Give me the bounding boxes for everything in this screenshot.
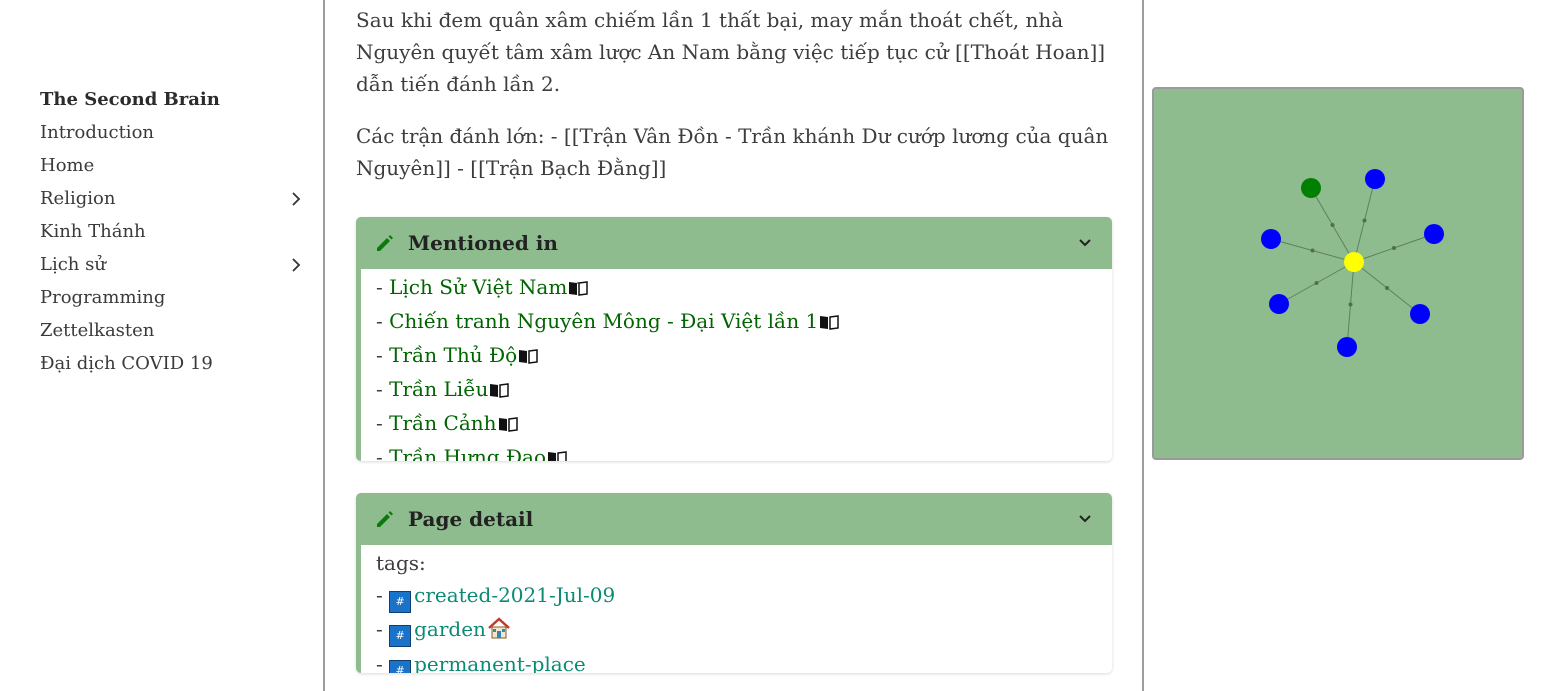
graph-edge-arrow xyxy=(1330,223,1335,227)
callout-body: - Lịch Sử Việt Nam - Chiến tranh Nguyên … xyxy=(356,269,1112,461)
bullet: - xyxy=(376,309,390,333)
bullet: - xyxy=(376,617,390,641)
sidebar-item-label: Zettelkasten xyxy=(40,320,155,341)
mentioned-link[interactable]: Trần Liễu xyxy=(389,377,488,401)
bullet: - xyxy=(376,445,390,461)
graph-edge-arrow xyxy=(1362,218,1367,223)
pencil-icon xyxy=(374,232,396,254)
sidebar-item-label: Religion xyxy=(40,188,116,209)
open-book-icon xyxy=(518,341,538,373)
article-body: Sau khi đem quân xâm chiếm lần 1 thất bạ… xyxy=(356,4,1112,184)
tag-link[interactable]: created-2021-Jul-09 xyxy=(414,583,615,607)
bullet: - xyxy=(376,411,390,435)
graph-node[interactable] xyxy=(1261,229,1281,249)
bullet: - xyxy=(376,583,390,607)
sidebar-item-label: Programming xyxy=(40,287,166,308)
graph-edge-arrow xyxy=(1385,286,1389,290)
callout-header[interactable]: Mentioned in xyxy=(356,217,1112,269)
list-item: - Trần Cảnh xyxy=(376,407,1112,441)
sidebar-item-religion[interactable]: Religion xyxy=(40,182,304,215)
graph-node[interactable] xyxy=(1337,337,1357,357)
open-book-icon xyxy=(819,307,840,339)
chevron-right-icon[interactable] xyxy=(288,191,304,207)
list-item: - Lịch Sử Việt Nam xyxy=(376,271,1112,305)
callout-header[interactable]: Page detail xyxy=(356,493,1112,545)
mentioned-link[interactable]: Chiến tranh Nguyên Mông - Đại Việt lần 1 xyxy=(389,309,818,333)
graph-view[interactable] xyxy=(1152,87,1524,460)
sidebar-item-kinh-thanh[interactable]: Kinh Thánh xyxy=(40,215,304,248)
hash-icon: # xyxy=(389,625,412,647)
sidebar-nav: The Second Brain Introduction Home Relig… xyxy=(40,83,304,380)
hash-icon: # xyxy=(389,660,412,673)
callout-title: Mentioned in xyxy=(408,231,558,255)
sidebar-item-label: Introduction xyxy=(40,122,154,143)
bullet: - xyxy=(376,652,390,673)
mentioned-link[interactable]: Lịch Sử Việt Nam xyxy=(389,275,567,299)
bullet: - xyxy=(376,343,390,367)
sidebar-item-the-second-brain[interactable]: The Second Brain xyxy=(40,83,304,116)
house-icon xyxy=(487,616,511,648)
hash-icon: # xyxy=(389,591,412,613)
page-detail-callout: Page detail tags: - # created-2021-Jul-09… xyxy=(356,493,1112,673)
bullet: - xyxy=(376,275,390,299)
callout-body: tags: - # created-2021-Jul-09 - # garden -… xyxy=(356,545,1112,673)
tags-label: tags: xyxy=(376,551,426,575)
sidebar-item-covid-19[interactable]: Đại dịch COVID 19 xyxy=(40,347,304,380)
graph-edge-arrow xyxy=(1310,248,1315,253)
open-book-icon xyxy=(489,375,510,407)
list-item: - Trần Thủ Độ xyxy=(376,339,1112,373)
sidebar-item-zettelkasten[interactable]: Zettelkasten xyxy=(40,314,304,347)
pencil-icon xyxy=(374,508,396,530)
sidebar-item-programming[interactable]: Programming xyxy=(40,281,304,314)
open-book-icon xyxy=(568,273,589,305)
graph-node[interactable] xyxy=(1365,169,1385,189)
sidebar-item-label: The Second Brain xyxy=(40,89,220,110)
mentioned-link[interactable]: Trần Cảnh xyxy=(389,411,496,435)
list-item: - Chiến tranh Nguyên Mông - Đại Việt lần… xyxy=(376,305,1112,339)
sidebar-item-introduction[interactable]: Introduction xyxy=(40,116,304,149)
graph-node[interactable] xyxy=(1410,304,1430,324)
graph-node[interactable] xyxy=(1301,178,1321,198)
tag-item: - # garden xyxy=(376,613,1112,648)
list-item: - Trần Liễu xyxy=(376,373,1112,407)
mentioned-in-callout: Mentioned in - Lịch Sử Việt Nam - Chiến … xyxy=(356,217,1112,461)
tag-link[interactable]: permanent-place xyxy=(414,652,586,673)
sidebar-item-label: Lịch sử xyxy=(40,254,106,275)
list-item: - Trần Hưng Đạo xyxy=(376,441,1112,461)
tag-item: - # permanent-place xyxy=(376,648,1112,673)
graph-edge-arrow xyxy=(1392,246,1396,250)
tag-item: - # created-2021-Jul-09 xyxy=(376,579,1112,613)
left-divider xyxy=(323,0,325,691)
chevron-right-icon[interactable] xyxy=(288,257,304,273)
mentioned-link[interactable]: Trần Hưng Đạo xyxy=(389,445,546,461)
sidebar-item-home[interactable]: Home xyxy=(40,149,304,182)
sidebar-item-label: Home xyxy=(40,155,95,176)
graph-edge-arrow xyxy=(1348,302,1353,307)
open-book-icon xyxy=(547,443,567,461)
graph-canvas xyxy=(1261,169,1444,357)
graph-edge-arrow xyxy=(1314,281,1319,285)
right-divider xyxy=(1142,0,1144,691)
graph-node[interactable] xyxy=(1424,224,1444,244)
article-paragraph: Các trận đánh lớn: - [[Trận Vân Đồn - Tr… xyxy=(356,124,1109,180)
graph-node[interactable] xyxy=(1269,294,1289,314)
bullet: - xyxy=(376,377,390,401)
mentioned-link[interactable]: Trần Thủ Độ xyxy=(389,343,517,367)
chevron-down-icon[interactable] xyxy=(1076,234,1094,252)
callout-title: Page detail xyxy=(408,507,534,531)
chevron-down-icon[interactable] xyxy=(1076,510,1094,528)
open-book-icon xyxy=(498,409,518,441)
tag-link[interactable]: garden xyxy=(414,617,486,641)
graph-node-current[interactable] xyxy=(1344,252,1364,272)
sidebar-item-label: Đại dịch COVID 19 xyxy=(40,353,213,374)
sidebar-item-lich-su[interactable]: Lịch sử xyxy=(40,248,304,281)
sidebar-item-label: Kinh Thánh xyxy=(40,221,146,242)
article-paragraph: Sau khi đem quân xâm chiếm lần 1 thất bạ… xyxy=(356,8,1106,96)
